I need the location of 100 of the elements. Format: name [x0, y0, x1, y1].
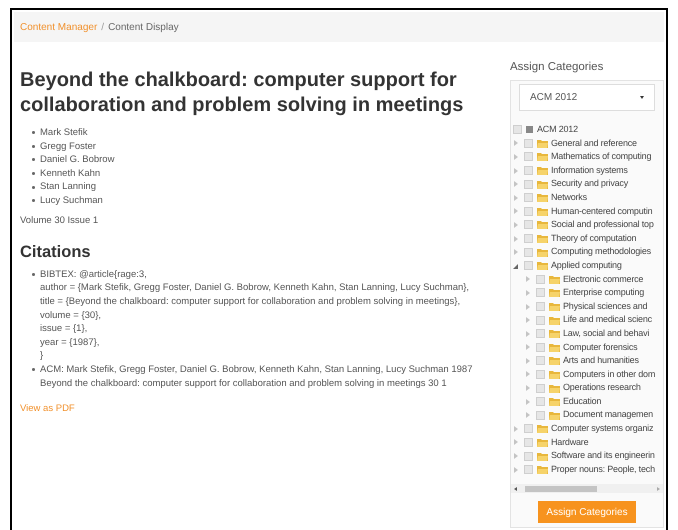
tree-item-label[interactable]: General and reference [551, 136, 637, 150]
collapsed-triangle-icon[interactable] [525, 304, 531, 310]
collapsed-triangle-icon[interactable] [525, 412, 531, 418]
tree-item-label[interactable]: Software and its engineerin [551, 449, 655, 463]
tree-item-label[interactable]: Operations research [563, 381, 641, 395]
tree-item-label[interactable]: Proper nouns: People, tech [551, 462, 655, 476]
citation-line: BIBTEX: @article{rage:3, [40, 268, 148, 282]
tree-checkbox[interactable] [513, 125, 522, 134]
tree-checkbox[interactable] [524, 166, 533, 176]
collapsed-triangle-icon[interactable] [525, 385, 531, 392]
tree-checkbox[interactable] [524, 152, 533, 162]
horizontal-scrollbar[interactable] [511, 484, 663, 494]
folder-icon [549, 356, 560, 366]
scrollbar-thumb[interactable] [525, 486, 597, 492]
citation-text: ACM: Mark Stefik, Gregg Foster, Daniel G. Bobrow, Kenneth Kahn, Stan Lanning, Lucy Suchman 1987 Beyond the chalkboard: computer support for collaboration and problem solving in meetings 30 1 [40, 362, 474, 390]
tree-checkbox[interactable] [536, 370, 545, 379]
tree-item-label[interactable]: Applied computing [551, 258, 622, 273]
collapsed-triangle-icon[interactable] [525, 317, 531, 324]
tree-item-label[interactable]: Security and privacy [551, 177, 628, 191]
tree-checkbox[interactable] [524, 206, 533, 216]
collapsed-triangle-icon[interactable] [513, 208, 519, 214]
collapsed-triangle-icon[interactable] [513, 249, 519, 256]
collapsed-triangle-icon[interactable] [513, 194, 519, 201]
tree-checkbox[interactable] [524, 424, 533, 434]
citation-line: volume = {30}, [40, 308, 102, 322]
tree-item-label[interactable]: Physical sciences and [563, 300, 648, 314]
tree-item-label[interactable]: Enterprise computing [563, 286, 644, 300]
tree-checkbox[interactable] [536, 410, 545, 420]
tree-item-label[interactable]: Life and medical scienc [563, 313, 652, 327]
collapsed-triangle-icon[interactable] [525, 371, 531, 378]
category-select[interactable]: ACM 2012 [519, 84, 655, 111]
tree-item-label[interactable]: Hardware [551, 436, 588, 450]
tree-checkbox[interactable] [524, 438, 533, 447]
collapsed-triangle-icon[interactable] [513, 222, 519, 228]
folder-icon [537, 234, 548, 244]
collapsed-triangle-icon[interactable] [525, 330, 531, 337]
tree-item-label[interactable]: ACM 2012 [537, 123, 578, 137]
collapsed-triangle-icon[interactable] [525, 276, 531, 282]
collapsed-triangle-icon[interactable] [525, 358, 531, 364]
tree-item-label[interactable]: Information systems [551, 164, 628, 178]
tree-checkbox[interactable] [524, 261, 533, 270]
tree-item-label[interactable]: Computer systems organiz [551, 422, 654, 436]
tree-item-label[interactable]: Computing methodologies [551, 245, 651, 259]
scroll-left-icon[interactable] [514, 486, 517, 491]
collapsed-triangle-icon[interactable] [513, 439, 519, 446]
bullet-icon [32, 199, 35, 202]
collapsed-triangle-icon[interactable] [513, 426, 519, 432]
collapsed-triangle-icon[interactable] [513, 466, 519, 473]
author-name: Stan Lanning [40, 180, 96, 194]
bullet-icon [32, 186, 35, 189]
tree-item-label[interactable]: Computers in other dom [563, 368, 656, 382]
bullet-icon [32, 144, 35, 148]
tree-item-label[interactable]: Mathematics of computing [551, 150, 652, 164]
tree-item-label[interactable]: Human-centered computin [551, 204, 652, 218]
collapsed-triangle-icon[interactable] [513, 181, 519, 188]
collapsed-triangle-icon[interactable] [513, 140, 519, 146]
collapsed-triangle-icon[interactable] [513, 453, 519, 460]
tree-checkbox[interactable] [524, 193, 533, 202]
tree-checkbox[interactable] [524, 220, 533, 230]
tree-item-label[interactable]: Education [563, 394, 602, 408]
tree-checkbox[interactable] [536, 316, 545, 325]
tree-item-label[interactable]: Networks [551, 190, 587, 205]
citation-line: issue = {1}, [40, 322, 88, 336]
author-name: Daniel G. Bobrow [40, 153, 114, 167]
collapsed-triangle-icon[interactable] [513, 236, 519, 242]
tree-checkbox[interactable] [536, 288, 545, 298]
tree-item-label[interactable]: Law, social and behavi [563, 326, 650, 340]
tree-checkbox[interactable] [536, 384, 545, 393]
tree-checkbox[interactable] [536, 397, 545, 406]
folder-icon [537, 438, 548, 447]
collapsed-triangle-icon[interactable] [525, 398, 531, 405]
tree-item-label[interactable]: Theory of computation [551, 232, 636, 246]
tree-item-label[interactable]: Computer forensics [563, 340, 638, 354]
tree-checkbox[interactable] [524, 138, 533, 148]
folder-icon [549, 342, 560, 352]
tree-checkbox[interactable] [524, 234, 533, 244]
tree-checkbox[interactable] [536, 274, 545, 284]
folder-icon [549, 370, 560, 379]
tree-checkbox[interactable] [536, 356, 545, 366]
tree-item-label[interactable]: Arts and humanities [563, 354, 639, 368]
folder-icon [537, 152, 548, 162]
tree-item-label[interactable]: Electronic commerce [563, 272, 644, 286]
tree-checkbox[interactable] [524, 180, 533, 189]
folder-icon [537, 261, 548, 270]
collapsed-triangle-icon[interactable] [513, 154, 519, 160]
tree-checkbox[interactable] [524, 248, 533, 257]
folder-icon [549, 384, 560, 393]
collapsed-triangle-icon[interactable] [525, 290, 531, 296]
tree-checkbox[interactable] [524, 465, 533, 474]
tree-checkbox[interactable] [536, 302, 545, 312]
scroll-right-icon[interactable] [657, 486, 660, 491]
tree-checkbox[interactable] [536, 329, 545, 338]
tree-item-label[interactable]: Document managemen [563, 408, 653, 422]
tree-checkbox[interactable] [536, 342, 545, 352]
collapsed-triangle-icon[interactable] [513, 168, 519, 174]
tree-item-label[interactable]: Social and professional top [551, 218, 654, 232]
expanded-triangle-icon[interactable] [513, 262, 519, 269]
collapsed-triangle-icon[interactable] [525, 344, 531, 350]
author-name: Lucy Suchman [40, 194, 103, 208]
tree-checkbox[interactable] [524, 452, 533, 461]
